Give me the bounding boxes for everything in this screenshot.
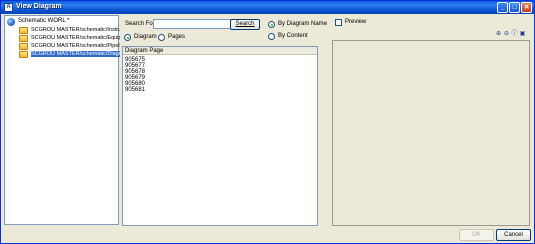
list-item[interactable]: 905681 <box>125 87 145 93</box>
radio-dot[interactable] <box>158 34 165 41</box>
radio-dot[interactable] <box>268 33 275 40</box>
column-header-diagram-page[interactable]: Diagram Page <box>123 47 317 55</box>
checkbox-box[interactable] <box>335 19 342 26</box>
scope-pages-label: Pages <box>168 34 186 40</box>
preview-label: Preview <box>345 19 367 25</box>
search-panel: Search For ▼ Search By Diagram Name By C… <box>122 15 327 226</box>
scope-diagram-label: Diagram <box>134 34 157 40</box>
diagram-page-list[interactable]: Diagram Page 905675 905677 905678 905679… <box>122 46 318 226</box>
close-button[interactable]: ✕ <box>521 2 532 13</box>
ok-button[interactable]: OK <box>459 229 494 241</box>
folder-icon <box>19 27 28 34</box>
by-content-label: By Content <box>278 33 308 39</box>
radio-dot[interactable] <box>268 21 275 28</box>
folder-icon <box>19 35 28 42</box>
folder-icon <box>19 43 28 50</box>
search-button[interactable]: Search <box>230 19 260 30</box>
folder-icon <box>19 51 28 58</box>
tree-root-label: Schematic WORL * <box>18 18 70 24</box>
tree-item-label: SCGROU MASTER/schematic/Instru <box>31 27 120 33</box>
by-diagram-name-label: By Diagram Name <box>278 21 328 27</box>
title-bar[interactable]: A View Diagram _ □ ✕ <box>1 1 534 14</box>
fit-window-icon[interactable]: ▣ <box>519 31 526 38</box>
tree-item-label: SCGROU MASTER/schematic/Pipeli <box>31 43 120 49</box>
window-title: View Diagram <box>16 3 62 10</box>
tree-item-label: SCGROU MASTER/schematic/Diagr <box>31 51 120 57</box>
zoom-in-icon[interactable]: ⊕ <box>495 31 502 38</box>
tree-item-label: SCGROU MASTER/schematic/Equip <box>31 35 120 41</box>
cancel-button[interactable]: Cancel <box>496 229 531 241</box>
radio-dot[interactable] <box>124 34 131 41</box>
search-for-label: Search For <box>125 21 155 27</box>
schematic-tree[interactable]: Schematic WORL * SCGROU MASTER/schematic… <box>4 15 120 225</box>
info-icon[interactable]: ⓘ <box>511 31 518 38</box>
minimize-button[interactable]: _ <box>497 2 508 13</box>
maximize-button[interactable]: □ <box>509 2 520 13</box>
globe-icon <box>7 18 15 26</box>
zoom-out-icon[interactable]: ⊖ <box>503 31 510 38</box>
view-diagram-window: A View Diagram _ □ ✕ Schematic WORL * SC… <box>0 0 535 244</box>
preview-pane <box>332 40 530 226</box>
app-icon: A <box>4 3 13 12</box>
